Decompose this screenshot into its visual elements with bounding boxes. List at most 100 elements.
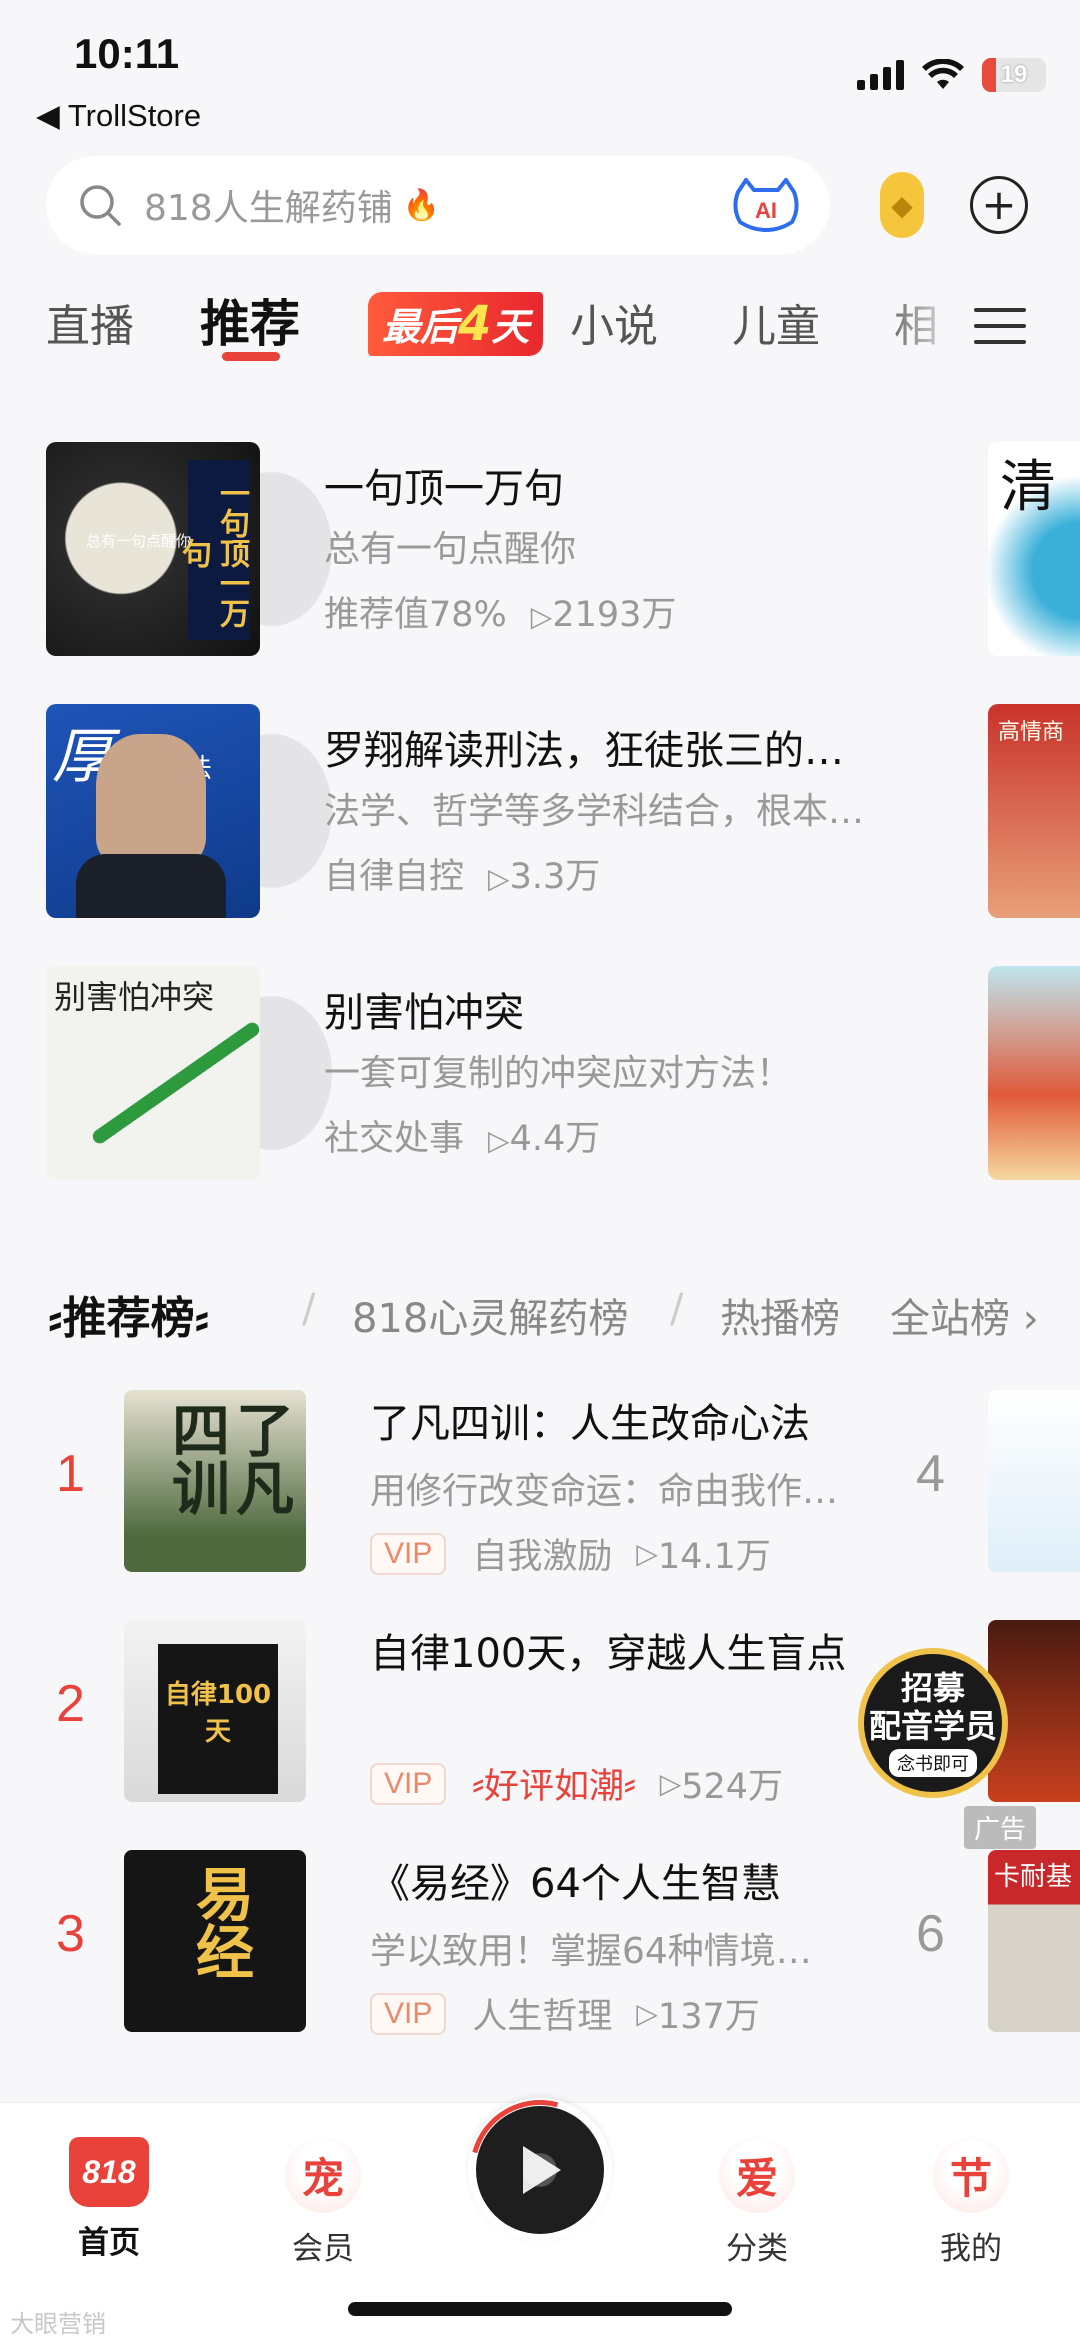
nav-label: 分类	[726, 2231, 788, 2267]
ad-line2: 配音学员	[868, 1707, 997, 1745]
book-title: 自律100天，穿越人生盲点	[370, 1631, 847, 1677]
rank-number: 1	[56, 1445, 85, 1503]
battery-level: 19	[1000, 61, 1028, 88]
laurel-right-icon: ⸗	[194, 1293, 210, 1344]
status-indicators: 19	[857, 58, 1046, 92]
nav-label: 我的	[940, 2231, 1002, 2267]
ai-assistant-icon[interactable]: AI	[730, 178, 802, 232]
active-tab-indicator	[222, 352, 280, 361]
book-title: 一句顶一万句	[324, 466, 564, 512]
book-meta: 自律自控 ▷3.3万	[324, 848, 600, 899]
book-title: 别害怕冲突	[324, 990, 524, 1036]
nav-mine[interactable]: 节 我的	[896, 2137, 1046, 2268]
tab-novel[interactable]: 小说	[570, 290, 658, 354]
watermark: 大眼营销	[10, 2310, 106, 2338]
book-cover: 一句顶一万句 总有一句点醒你	[46, 442, 260, 656]
next-cover-title: 卡耐基	[994, 1862, 1073, 1892]
cover-title: 易经	[186, 1864, 254, 1980]
ranking-separator: /	[670, 1286, 684, 1332]
ranked-book-item[interactable]: 1 了凡四训 了凡四训：人生改命心法 用修行改变命运：命由我作… VIP 自我激励…	[0, 1390, 1080, 1580]
book-tag: 自我激励	[472, 1537, 613, 1577]
ranking-title[interactable]: ⸗推荐榜⸗	[48, 1282, 209, 1346]
home-indicator[interactable]	[348, 2302, 732, 2316]
cover-title: 了凡四训	[162, 1400, 294, 1516]
next-column-cover[interactable]	[988, 1390, 1080, 1572]
search-placeholder: 818人生解药铺	[144, 188, 393, 229]
nav-category[interactable]: 爱 分类	[682, 2137, 832, 2268]
flame-icon: 🔥	[402, 187, 441, 223]
nav-member[interactable]: 宠 会员	[248, 2137, 398, 2268]
ad-line3: 念书即可	[889, 1749, 977, 1777]
cellular-signal-icon	[857, 60, 904, 90]
ranking-header: ⸗推荐榜⸗ / 818心灵解药榜 / 热播榜 全站榜 ›	[48, 1282, 1080, 1344]
ranking-all-link[interactable]: 全站榜 ›	[884, 1286, 1039, 1344]
mine-icon: 节	[933, 2137, 1009, 2213]
book-item[interactable]: 一句顶一万句 总有一句点醒你 一句顶一万句 总有一句点醒你 推荐值78% ▷219…	[46, 442, 1080, 656]
battery-icon: 19	[982, 58, 1046, 92]
vip-badge: VIP	[370, 1532, 447, 1575]
add-button[interactable]: +	[970, 176, 1028, 234]
search-input[interactable]: 818人生解药铺 🔥 AI	[46, 156, 830, 254]
play-count-icon: ▷	[636, 1997, 658, 2030]
book-item[interactable]: 厚 法 罗翔解读刑法，狂徒张三的… 法学、哲学等多学科结合，根本… 自律自控 ▷3…	[46, 704, 1080, 918]
play-count-icon: ▷	[636, 1537, 658, 1570]
play-count: 137万	[657, 1997, 760, 2037]
menu-icon[interactable]	[974, 308, 1026, 356]
nav-label: 首页	[78, 2225, 140, 2261]
laurel-left-icon: ⸗	[48, 1293, 63, 1344]
category-icon: 爱	[719, 2137, 795, 2213]
next-column-cover[interactable]	[988, 966, 1080, 1180]
book-cover: 了凡四训	[124, 1390, 306, 1572]
tab-live[interactable]: 直播	[46, 290, 134, 354]
book-subtitle: 用修行改变命运：命由我作…	[370, 1471, 839, 1512]
play-count: 14.1万	[657, 1537, 771, 1577]
tab-recommend[interactable]: 推荐	[200, 284, 300, 356]
rank-number: 2	[56, 1675, 85, 1733]
book-subtitle: 学以致用！掌握64种情境…	[370, 1931, 812, 1972]
next-column-cover[interactable]: 清	[988, 442, 1080, 656]
next-cover-title: 高情商	[998, 720, 1065, 745]
floating-ad[interactable]: 招募 配音学员 念书即可	[858, 1648, 1008, 1798]
vip-badge: VIP	[370, 1762, 447, 1805]
book-title: 了凡四训：人生改命心法	[370, 1401, 810, 1447]
book-cover: 厚 法	[46, 704, 260, 918]
play-count: 4.4万	[509, 1119, 601, 1159]
promo-number: 4	[458, 296, 492, 352]
play-count-icon: ▷	[488, 862, 510, 895]
next-cover-title: 清	[1000, 455, 1056, 520]
book-title: 罗翔解读刑法，狂徒张三的…	[324, 728, 844, 774]
tab-children[interactable]: 儿童	[732, 290, 820, 354]
book-subtitle: 总有一句点醒你	[324, 529, 577, 570]
ranked-book-item[interactable]: 3 易经 《易经》64个人生智慧 学以致用！掌握64种情境… VIP 人生哲理 ▷ 1…	[0, 1850, 1080, 2040]
next-column-cover[interactable]: 高情商	[988, 704, 1080, 918]
tab-promo-last-days[interactable]: 最后4天	[368, 292, 544, 356]
cover-spine-text: 一句顶一万句	[176, 460, 250, 640]
ranking-tab-hot[interactable]: 热播榜	[720, 1286, 840, 1344]
play-count: 3.3万	[509, 857, 601, 897]
promo-suffix: 天	[491, 305, 530, 349]
back-to-app-link[interactable]: ◀ TrollStore	[36, 98, 201, 134]
book-subtitle: 一套可复制的冲突应对方法！	[324, 1053, 793, 1094]
ranking-tab-818[interactable]: 818心灵解药榜	[352, 1286, 628, 1344]
book-cover: 易经	[124, 1850, 306, 2032]
home-818-icon: 818	[69, 2137, 149, 2207]
ranking-separator: /	[302, 1286, 316, 1332]
nav-home[interactable]: 818 首页	[34, 2137, 184, 2262]
book-title: 《易经》64个人生智慧	[370, 1861, 781, 1907]
book-tag: 社交处事	[324, 1119, 465, 1159]
now-playing-button[interactable]	[468, 2098, 612, 2242]
book-item[interactable]: 别害怕冲突 别害怕冲突 一套可复制的冲突应对方法！ 社交处事 ▷4.4万	[46, 966, 1080, 1180]
cover-title: 别害怕冲突	[54, 978, 215, 1016]
book-subtitle: 法学、哲学等多学科结合，根本…	[324, 791, 865, 832]
play-count-icon: ▷	[530, 600, 553, 633]
ad-line1: 招募	[900, 1669, 965, 1707]
book-meta: VIP ⸗ 好评如潮 ⸗ ▷ 524万	[370, 1758, 783, 1809]
next-column-cover[interactable]: 卡耐基	[988, 1850, 1080, 2032]
laurel-right-icon: ⸗	[624, 1763, 636, 1804]
promo-prefix: 最后	[382, 305, 459, 349]
cover-portrait	[96, 734, 206, 864]
book-tag: 自律自控	[324, 857, 465, 897]
cover-suit	[76, 854, 226, 918]
book-meta: VIP 自我激励 ▷ 14.1万	[370, 1528, 771, 1579]
coin-icon[interactable]: ◆	[880, 172, 924, 238]
